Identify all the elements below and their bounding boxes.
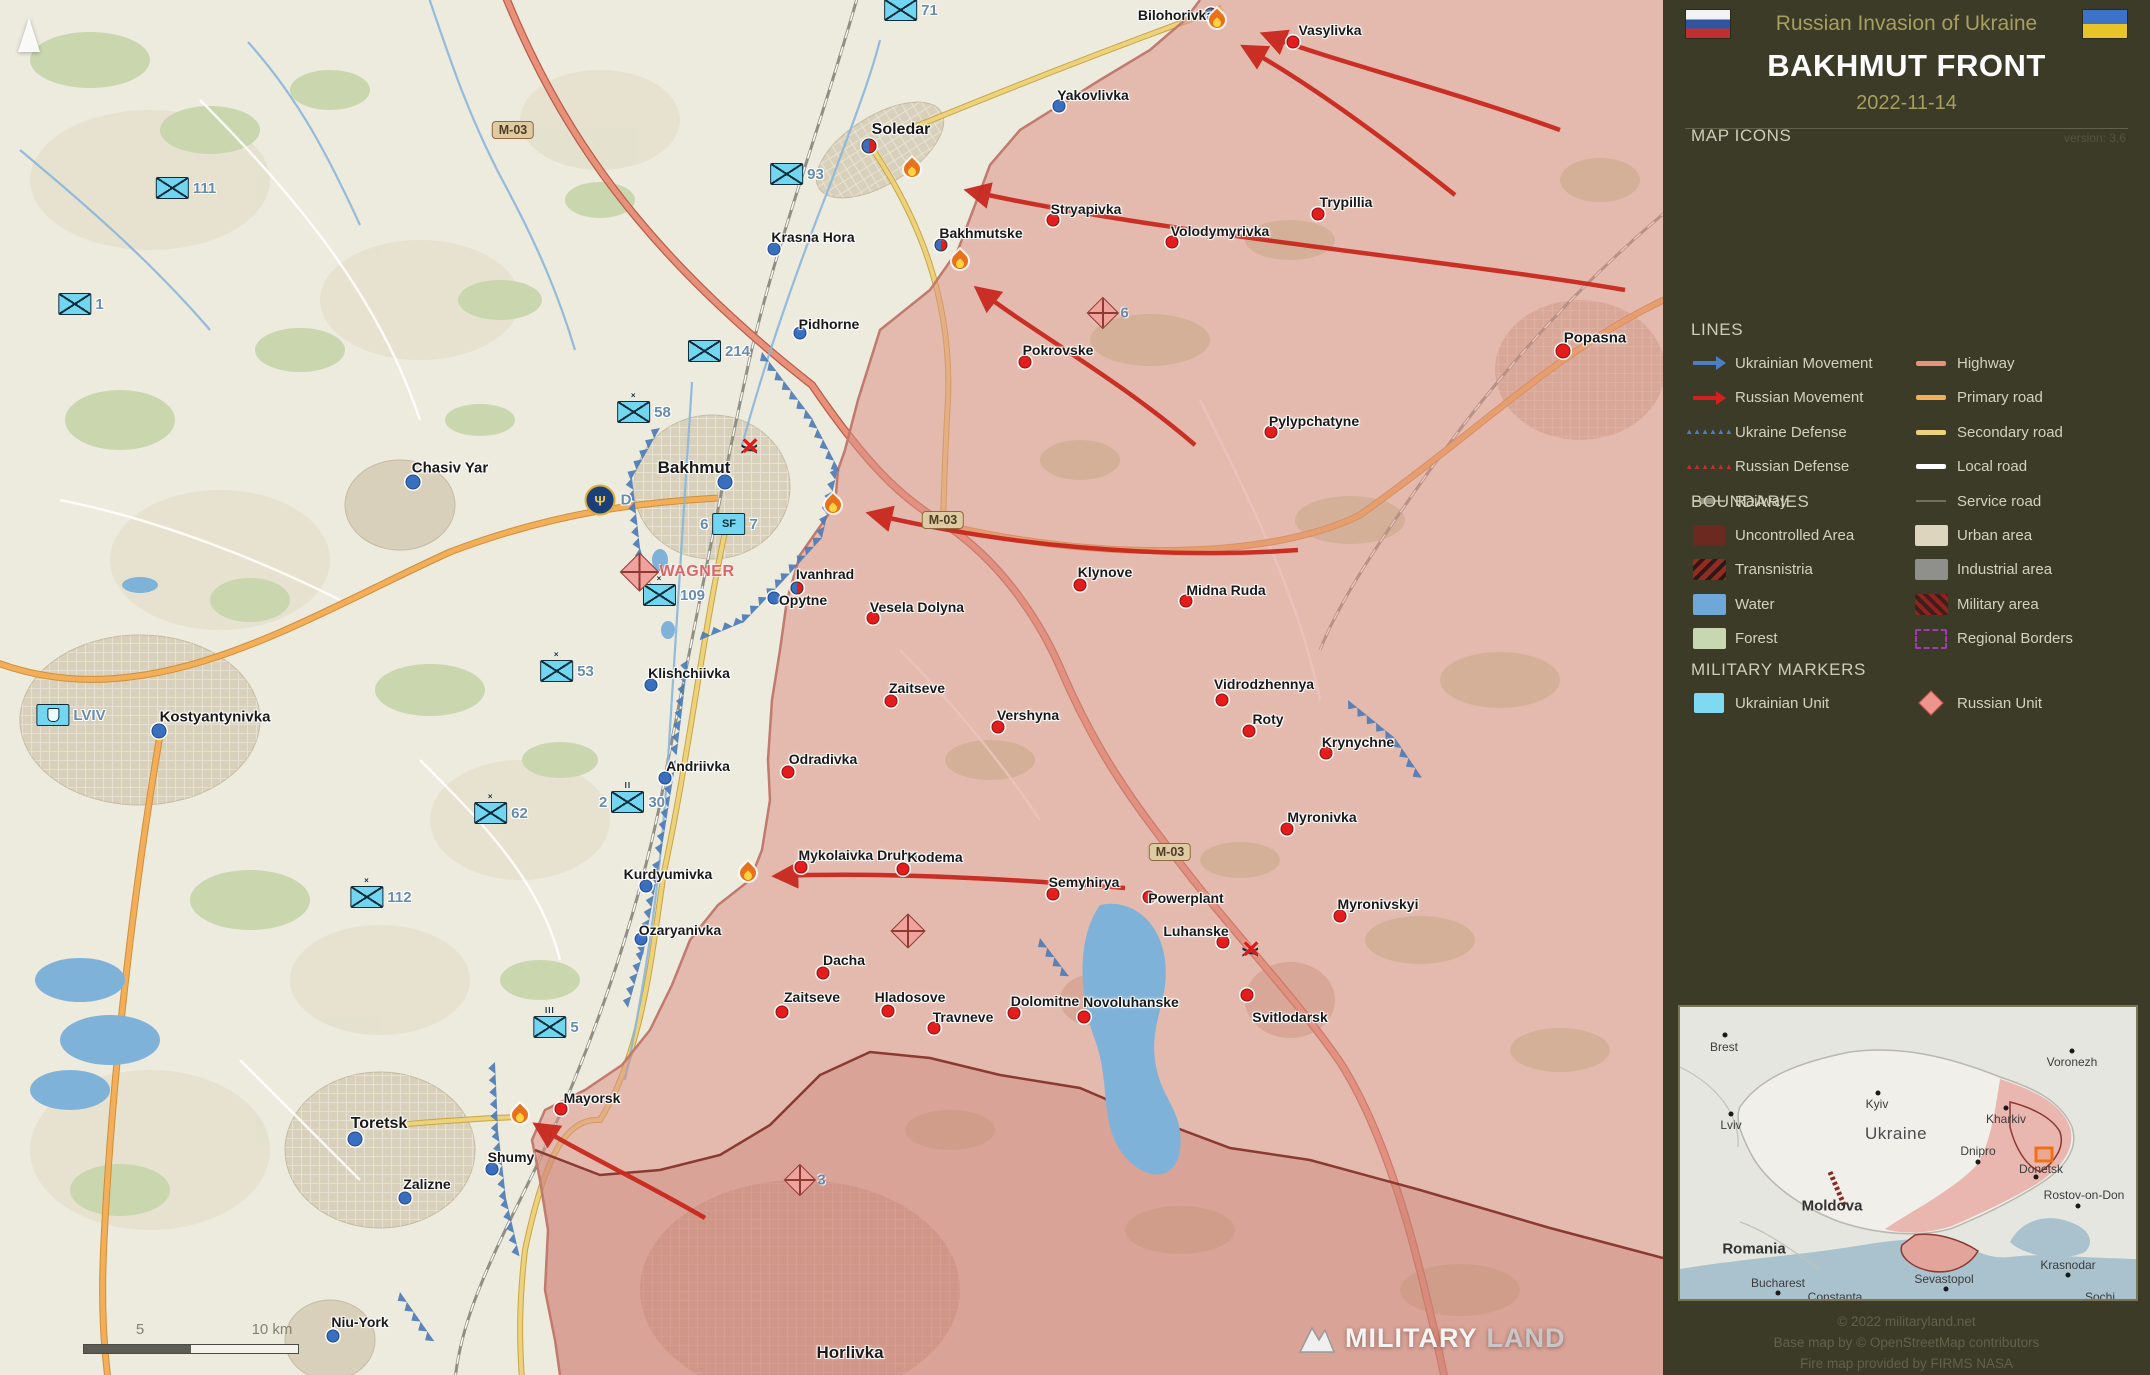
minimap-dot-bucharest <box>1776 1291 1781 1296</box>
minimap-label-lviv: Lviv <box>1720 1118 1741 1132</box>
minimap-label-dnipro: Dnipro <box>1960 1144 1995 1158</box>
minimap-dot-brest <box>1723 1033 1728 1038</box>
section-title-military-markers: MILITARY MARKERS <box>1691 660 2125 680</box>
section-military-markers: MILITARY MARKERS Ukrainian Unit Russian U… <box>1691 660 2125 714</box>
legend-label-russian-unit: Russian Unit <box>1957 695 2125 712</box>
legend-label-ukraine-defense: Ukraine Defense <box>1735 424 1907 441</box>
highway-icon <box>1913 352 1949 374</box>
legend-label-russian-defense: Russian Defense <box>1735 458 1907 475</box>
legend-label-uncontrolled-area: Uncontrolled Area <box>1735 527 1907 544</box>
uncontrolled-area-icon <box>1691 524 1727 546</box>
forest-icon <box>1691 628 1727 650</box>
minimap-label-constanta: Constanta <box>1808 1290 1863 1301</box>
minimap-label-sevastopol: Sevastopol <box>1914 1272 1973 1286</box>
legend-label-ukrainian-movement: Ukrainian Movement <box>1735 355 1907 372</box>
russian-defense-icon: ▲▲▲▲▲▲ <box>1691 456 1727 478</box>
minimap-dot-sevastopol <box>1944 1287 1949 1292</box>
minimap-label-kharkiv: Kharkiv <box>1986 1112 2026 1126</box>
watermark-strong: MILITARY <box>1345 1323 1477 1354</box>
minimap-label-bucharest: Bucharest <box>1751 1276 1805 1290</box>
russia-flag-icon <box>1685 9 1731 39</box>
minimap-focus-box <box>2036 1148 2052 1161</box>
minimap-label-romania: Romania <box>1722 1241 1785 1258</box>
industrial-area-icon <box>1913 559 1949 581</box>
section-map-icons: MAP ICONS <box>1691 126 2125 158</box>
minimap-label-sochi: Sochi <box>2085 1290 2115 1301</box>
legend-label-highway: Highway <box>1957 355 2125 372</box>
primary-road-icon <box>1913 387 1949 409</box>
credits: © 2022 militaryland.net Base map by © Op… <box>1663 1312 2150 1375</box>
sidebar-header: Russian Invasion of Ukraine BAKHMUT FRON… <box>1663 0 2150 145</box>
legend-label-primary-road: Primary road <box>1957 389 2125 406</box>
legend-label-urban-area: Urban area <box>1957 527 2125 544</box>
scale-bar <box>83 1344 299 1354</box>
section-lines: LINES Ukrainian Movement Highway Russian M… <box>1691 320 2125 512</box>
legend-label-military-area: Military area <box>1957 596 2125 613</box>
north-arrow-icon <box>18 18 40 52</box>
legend-label-regional-borders: Regional Borders <box>1957 630 2125 647</box>
scale-label-half: 5 <box>136 1321 144 1338</box>
secondary-road-icon <box>1913 421 1949 443</box>
legend-label-ukrainian-unit: Ukrainian Unit <box>1735 695 1907 712</box>
local-road-icon <box>1913 456 1949 478</box>
ukrainian-movement-icon <box>1691 352 1727 374</box>
ukraine-defense-icon: ▲▲▲▲▲▲ <box>1691 421 1727 443</box>
scale-label-full: 10 km <box>252 1321 293 1338</box>
russian-unit-icon <box>1913 692 1949 714</box>
credit-line: Fire map provided by FIRMS NASA <box>1663 1354 2150 1375</box>
watermark-light: LAND <box>1486 1323 1565 1354</box>
legend-label-transnistria: Transnistria <box>1735 561 1907 578</box>
minimap-dot-kyiv <box>1876 1091 1881 1096</box>
minimap-dot-krasnodar <box>2066 1273 2071 1278</box>
ukraine-flag-icon <box>2082 9 2128 39</box>
minimap-label-moldova: Moldova <box>1802 1198 1863 1215</box>
minimap-dot-lviv <box>1729 1112 1734 1117</box>
minimap-label-voronezh: Voronezh <box>2047 1055 2098 1069</box>
header-title: Russian Invasion of Ukraine <box>1741 12 2072 36</box>
minimap-dot-rostov-on-don <box>2076 1204 2081 1209</box>
front-title: BAKHMUT FRONT <box>1663 48 2150 84</box>
regional-borders-icon <box>1913 628 1949 650</box>
app: SoledarBakhmutskeBilohorivkaIvanhradBakh… <box>0 0 2150 1375</box>
legend-label-industrial-area: Industrial area <box>1957 561 2125 578</box>
ukrainian-unit-icon <box>1691 692 1727 714</box>
section-boundaries: BOUNDARIES Uncontrolled Area Urban area Tr… <box>1691 492 2125 650</box>
legend-label-forest: Forest <box>1735 630 1907 647</box>
minimap-label-rostov-on-don: Rostov-on-Don <box>2044 1188 2125 1202</box>
legend-label-russian-movement: Russian Movement <box>1735 389 1907 406</box>
water-icon <box>1691 593 1727 615</box>
transnistria-icon <box>1691 559 1727 581</box>
legend-sidebar: Russian Invasion of Ukraine BAKHMUT FRON… <box>1663 0 2150 1375</box>
legend-label-secondary-road: Secondary road <box>1957 424 2125 441</box>
minimap-label-ukraine: Ukraine <box>1865 1124 1927 1144</box>
minimap-label-donetsk: Donetsk <box>2019 1162 2063 1176</box>
urban-area-icon <box>1913 524 1949 546</box>
minimap-dot-voronezh <box>2070 1049 2075 1054</box>
minimap-label-brest: Brest <box>1710 1040 1738 1054</box>
watermark: MILITARY LAND <box>1298 1322 1565 1354</box>
legend-label-water: Water <box>1735 596 1907 613</box>
minimap-label-kyiv: Kyiv <box>1866 1097 1889 1111</box>
legend-label-local-road: Local road <box>1957 458 2125 475</box>
map-date: 2022-11-14 <box>1663 92 2150 115</box>
minimap-label-krasnodar: Krasnodar <box>2040 1258 2095 1272</box>
overview-minimap: Brest Voronezh Kyiv Lviv Kharkiv Ukraine Dnipr… <box>1678 1005 2138 1301</box>
russian-movement-icon <box>1691 387 1727 409</box>
section-title-boundaries: BOUNDARIES <box>1691 492 2125 512</box>
credit-line: Base map by © OpenStreetMap contributors <box>1663 1333 2150 1354</box>
credit-line: © 2022 militaryland.net <box>1663 1312 2150 1333</box>
map-canvas: SoledarBakhmutskeBilohorivkaIvanhradBakh… <box>0 0 1663 1375</box>
section-title-map-icons: MAP ICONS <box>1691 126 2125 146</box>
minimap-dot-dnipro <box>1976 1160 1981 1165</box>
section-title-lines: LINES <box>1691 320 2125 340</box>
minimap-dot-kharkiv <box>2004 1106 2009 1111</box>
basemap-svg <box>0 0 1663 1375</box>
military-area-icon <box>1913 593 1949 615</box>
militaryland-logo-icon <box>1298 1322 1336 1354</box>
